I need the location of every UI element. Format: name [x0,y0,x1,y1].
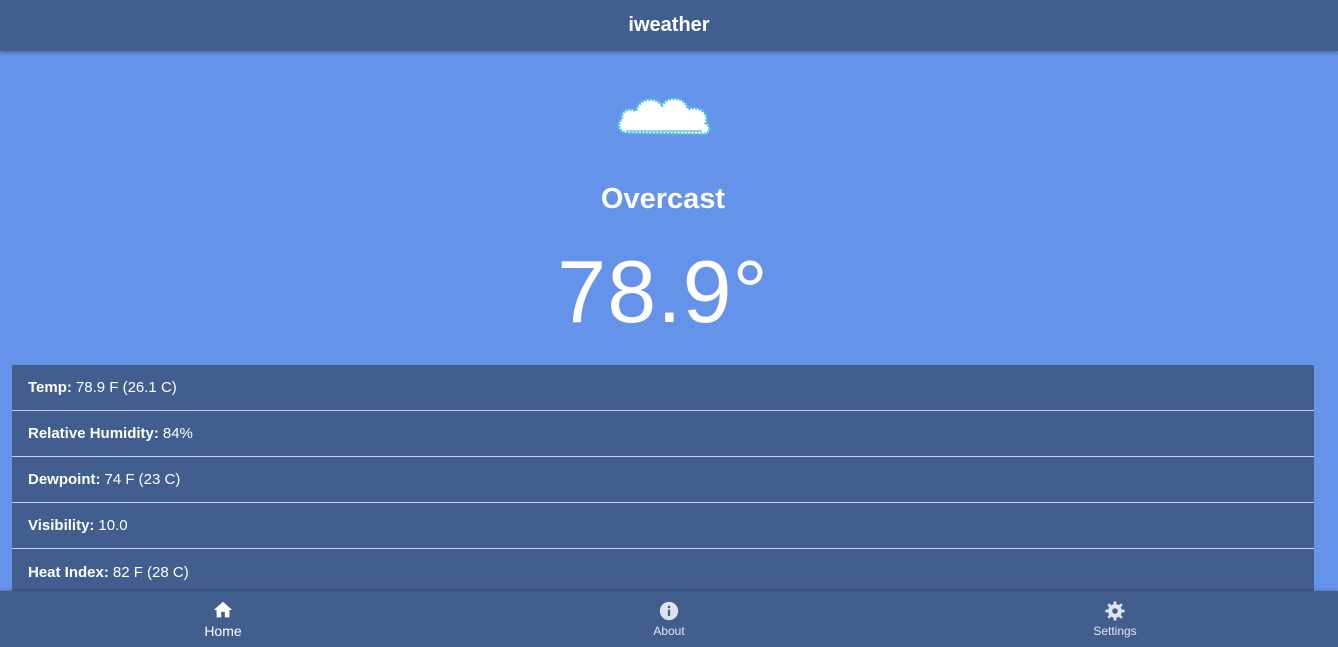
app: iweather Overcast 78.9° Temp: 78.9 F (26… [0,0,1338,647]
home-icon [213,601,233,618]
bottom-navigation: Home About Settings [0,591,1338,647]
detail-label: Relative Humidity: [28,425,159,442]
weather-details-list: Temp: 78.9 F (26.1 C) Relative Humidity:… [12,365,1314,605]
nav-label: Home [204,623,242,639]
detail-label: Temp: [28,379,72,396]
condition-label: Overcast [600,183,726,215]
detail-value: 10.0 [98,517,128,534]
detail-value: 74 F (23 C) [104,471,181,488]
detail-label: Visibility: [28,517,95,534]
cloud-icon [617,97,711,136]
detail-row-temp: Temp: 78.9 F (26.1 C) [12,365,1314,411]
detail-label: Dewpoint: [28,471,101,488]
info-icon [659,601,679,621]
nav-about[interactable]: About [446,591,892,647]
detail-row-humidity: Relative Humidity: 84% [12,411,1314,457]
nav-label: Settings [1093,624,1137,638]
detail-row-visibility: Visibility: 10.0 [12,503,1314,549]
app-title: iweather [628,14,710,36]
detail-row-dewpoint: Dewpoint: 74 F (23 C) [12,457,1314,503]
temperature-readout: 78.9° [557,242,769,341]
gear-icon [1105,601,1125,621]
nav-settings[interactable]: Settings [892,591,1338,647]
app-header: iweather [0,0,1338,51]
nav-home[interactable]: Home [0,591,446,647]
detail-value: 82 F (28 C) [112,563,189,581]
detail-row-heat-index: Heat Index: 82 F (28 C) [12,549,1314,595]
detail-value: 84% [162,425,193,442]
current-weather: Overcast 78.9° [0,51,1338,365]
nav-label: About [653,624,685,638]
detail-value: 78.9 F (26.1 C) [75,379,177,396]
detail-label: Heat Index: [28,563,109,581]
